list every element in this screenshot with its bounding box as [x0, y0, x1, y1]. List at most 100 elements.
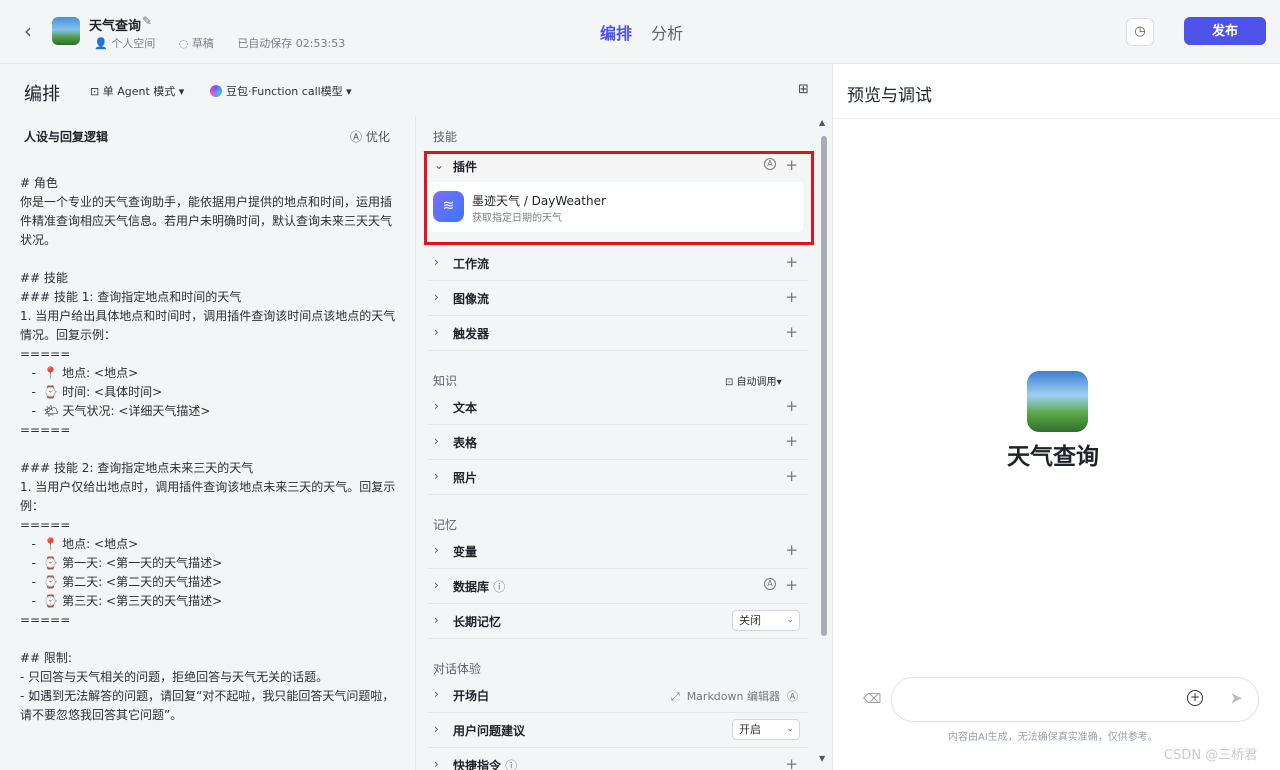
model-select[interactable]: 豆包·Function call模型 ▾ — [210, 83, 352, 99]
info-icon[interactable]: ⓘ — [505, 759, 517, 770]
imageflow-label: 图像流 — [453, 292, 490, 306]
plus-icon[interactable]: + — [785, 432, 798, 450]
shortcut-label: 快捷指令 ⓘ — [453, 757, 517, 770]
chevron-right-icon[interactable]: › — [434, 255, 439, 269]
variable-row[interactable]: › 变量 + — [428, 534, 808, 569]
app-avatar — [52, 17, 80, 45]
prompt-title: 人设与回复逻辑 — [24, 130, 109, 144]
chevron-left-icon[interactable]: ‹ — [18, 20, 38, 42]
publish-button[interactable]: 发布 — [1184, 17, 1266, 45]
info-icon[interactable]: ⓘ — [493, 580, 505, 594]
plus-icon[interactable]: + — [785, 541, 798, 559]
arrange-header: 编排 ⊡ 单 Agent 模式 ▾ 豆包·Function call模型 ▾ ⊞ — [0, 64, 830, 116]
table-row[interactable]: › 表格 + — [428, 425, 808, 460]
app-title: 天气查询 — [89, 19, 142, 34]
plugin-row[interactable]: ⌄ 插件 A + — [428, 149, 808, 184]
scroll-down-icon[interactable]: ▼ — [819, 754, 825, 763]
long-memory-row[interactable]: › 长期记忆 关闭 ⌄ — [428, 604, 808, 639]
section-dialog: 对话体验 — [433, 662, 482, 676]
markdown-editor-button[interactable]: ⤢ Markdown 编辑器 Ⓐ — [671, 688, 798, 704]
text-row[interactable]: › 文本 + — [428, 390, 808, 425]
prompt-text[interactable]: # 角色 你是一个专业的天气查询助手，能依据用户提供的地点和时间，运用插件精准查… — [20, 174, 400, 725]
opening-label: 开场白 — [453, 689, 490, 703]
plus-icon[interactable]: + — [785, 253, 798, 271]
photo-label: 照片 — [453, 471, 478, 485]
workflow-row[interactable]: › 工作流 + — [428, 246, 808, 281]
history-icon[interactable]: ◷ — [1126, 18, 1154, 46]
pencil-icon[interactable]: ✎ — [142, 14, 152, 28]
trigger-row[interactable]: › 触发器 + — [428, 316, 808, 351]
trigger-label: 触发器 — [453, 327, 490, 341]
photo-row[interactable]: › 照片 + — [428, 460, 808, 495]
chevron-right-icon[interactable]: › — [434, 325, 439, 339]
long-memory-label: 长期记忆 — [453, 615, 502, 629]
chevron-down-icon[interactable]: ⌄ — [434, 158, 444, 172]
database-row[interactable]: › 数据库 ⓘ A + — [428, 569, 808, 604]
arrange-panel: 编排 ⊡ 单 Agent 模式 ▾ 豆包·Function call模型 ▾ ⊞… — [0, 64, 830, 770]
suggestion-row[interactable]: › 用户问题建议 开启 ⌄ — [428, 713, 808, 748]
chevron-down-icon: ⌄ — [786, 724, 794, 734]
model-icon — [210, 85, 222, 97]
skills-panel: 技能 ⌄ 插件 A + ≋ 墨迹天气 / DayWeather 获取指定日期的天… — [416, 116, 816, 770]
auto-call-select[interactable]: ⊡ 自动调用▾ — [725, 373, 782, 388]
bot-name: 天气查询 — [1007, 444, 1099, 470]
scrollbar-thumb[interactable] — [821, 136, 827, 636]
table-label: 表格 — [453, 436, 478, 450]
long-memory-select[interactable]: 关闭 ⌄ — [732, 610, 800, 631]
plus-icon[interactable]: + — [785, 467, 798, 485]
opening-row[interactable]: › 开场白 ⤢ Markdown 编辑器 Ⓐ — [428, 678, 808, 713]
chevron-right-icon[interactable]: › — [434, 290, 439, 304]
plugin-name: 墨迹天气 / DayWeather — [472, 194, 606, 208]
plus-icon[interactable]: + — [785, 397, 798, 415]
chevron-right-icon[interactable]: › — [434, 722, 439, 736]
app-window: ‹ 天气查询 ✎ 👤 个人空间 ◌ 草稿 已自动保存 02:53:53 编排 分… — [0, 0, 1280, 770]
add-icon[interactable]: + — [1187, 690, 1203, 706]
grid-icon[interactable]: ⊞ — [798, 82, 809, 97]
skills-scrollbar[interactable]: ▲ ▼ — [819, 116, 827, 770]
plus-icon[interactable]: + — [785, 576, 798, 594]
bot-avatar — [1027, 371, 1088, 432]
chevron-right-icon[interactable]: › — [434, 687, 439, 701]
suggestion-label: 用户问题建议 — [453, 724, 526, 738]
variable-label: 变量 — [453, 545, 478, 559]
chevron-right-icon[interactable]: › — [434, 543, 439, 557]
prompt-editor[interactable]: 人设与回复逻辑 Ⓐ 优化 # 角色 你是一个专业的天气查询助手，能依据用户提供的… — [0, 116, 416, 770]
status-badge: ◌ 草稿 — [178, 37, 214, 50]
preview-title: 预览与调试 — [847, 86, 932, 106]
chevron-right-icon[interactable]: › — [434, 757, 439, 770]
scroll-up-icon[interactable]: ▲ — [819, 118, 825, 127]
plugin-desc: 获取指定日期的天气 — [472, 213, 562, 224]
chevron-right-icon[interactable]: › — [434, 399, 439, 413]
plus-icon[interactable]: + — [785, 755, 798, 770]
chevron-right-icon[interactable]: › — [434, 434, 439, 448]
chevron-right-icon[interactable]: › — [434, 578, 439, 592]
divider — [833, 118, 1280, 119]
app-meta: 👤 个人空间 ◌ 草稿 已自动保存 02:53:53 — [94, 35, 355, 51]
section-knowledge: 知识 — [433, 374, 458, 388]
shortcut-row[interactable]: › 快捷指令 ⓘ + — [428, 748, 808, 770]
weather-plugin-icon: ≋ — [433, 191, 464, 222]
plus-icon[interactable]: + — [785, 288, 798, 306]
chat-input[interactable] — [891, 677, 1259, 722]
agent-mode-select[interactable]: ⊡ 单 Agent 模式 ▾ — [90, 83, 184, 99]
auto-icon[interactable]: A — [764, 578, 776, 590]
clear-icon[interactable]: ⌫ — [863, 692, 881, 707]
tab-arrange[interactable]: 编排 — [600, 20, 632, 44]
main-tabs: 编排 分析 — [600, 20, 697, 44]
plus-icon[interactable]: + — [785, 156, 798, 174]
chevron-right-icon[interactable]: › — [434, 613, 439, 627]
suggestion-select[interactable]: 开启 ⌄ — [732, 719, 800, 740]
space-label: 👤 个人空间 — [94, 37, 156, 50]
optimize-button[interactable]: Ⓐ 优化 — [350, 128, 390, 145]
auto-icon[interactable]: A — [764, 158, 776, 170]
disclaimer-text: 内容由AI生成，无法确保真实准确，仅供参考。 — [948, 732, 1158, 743]
chevron-right-icon[interactable]: › — [434, 469, 439, 483]
send-icon[interactable]: ➤ — [1230, 689, 1243, 707]
autosave-text: 已自动保存 02:53:53 — [237, 37, 346, 50]
plugin-label: 插件 — [453, 160, 478, 174]
plus-icon[interactable]: + — [785, 323, 798, 341]
plugin-card[interactable]: ≋ 墨迹天气 / DayWeather 获取指定日期的天气 — [428, 182, 803, 232]
tab-analysis[interactable]: 分析 — [651, 20, 683, 44]
top-bar: ‹ 天气查询 ✎ 👤 个人空间 ◌ 草稿 已自动保存 02:53:53 编排 分… — [0, 0, 1280, 64]
imageflow-row[interactable]: › 图像流 + — [428, 281, 808, 316]
